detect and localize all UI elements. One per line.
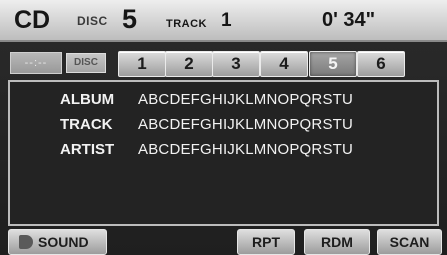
disc-button[interactable]: DISC <box>66 53 106 73</box>
album-label: ALBUM <box>60 91 115 108</box>
random-button[interactable]: RDM <box>304 229 370 255</box>
track-row: TRACK ABCDEFGHIJKLMNOPQRSTU <box>60 116 353 133</box>
artist-row: ARTIST ABCDEFGHIJKLMNOPQRSTU <box>60 141 353 158</box>
disc-number: 5 <box>122 4 138 34</box>
disc-slot-6[interactable]: 6 <box>357 51 405 77</box>
source-mode-label: CD <box>14 6 51 34</box>
track-title-value: ABCDEFGHIJKLMNOPQRSTU <box>138 116 354 133</box>
track-title-label: TRACK <box>60 116 113 133</box>
artist-value: ABCDEFGHIJKLMNOPQRSTU <box>138 141 354 158</box>
disc-label: DISC <box>77 14 108 28</box>
album-value: ABCDEFGHIJKLMNOPQRSTU <box>138 91 354 108</box>
sound-button-label: SOUND <box>38 234 89 250</box>
disc-slot-1[interactable]: 1 <box>118 51 166 77</box>
disc-slot-3[interactable]: 3 <box>212 51 260 77</box>
blank-indicator: --:-- <box>10 52 62 74</box>
disc-slot-5[interactable]: 5 <box>309 51 357 77</box>
repeat-button[interactable]: RPT <box>237 229 295 255</box>
artist-label: ARTIST <box>60 141 115 158</box>
disc-slot-4[interactable]: 4 <box>260 51 308 77</box>
album-row: ALBUM ABCDEFGHIJKLMNOPQRSTU <box>60 91 353 108</box>
sound-button[interactable]: SOUND <box>8 229 107 255</box>
disc-slot-2[interactable]: 2 <box>165 51 213 77</box>
status-header: CD DISC 5 TRACK 1 0' 34" <box>0 0 447 42</box>
track-info-panel: ALBUM ABCDEFGHIJKLMNOPQRSTU TRACK ABCDEFGH… <box>8 80 439 226</box>
track-label: TRACK <box>166 18 207 30</box>
track-number: 1 <box>221 10 232 31</box>
speaker-icon <box>19 235 33 249</box>
cd-player-screen: CD DISC 5 TRACK 1 0' 34" --:-- DISC 1 2 … <box>0 0 447 255</box>
scan-button[interactable]: SCAN <box>377 229 442 255</box>
elapsed-time: 0' 34" <box>322 9 376 31</box>
